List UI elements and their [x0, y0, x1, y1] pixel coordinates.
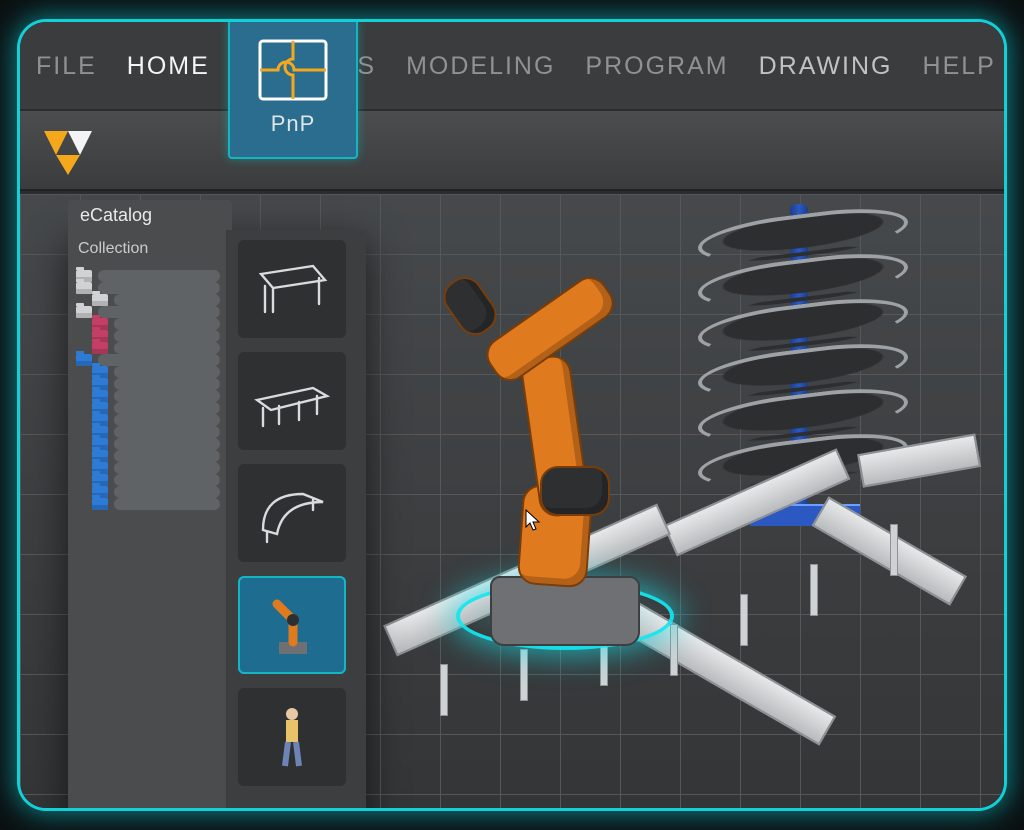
cursor-icon — [525, 509, 541, 531]
thumb-table[interactable] — [238, 240, 346, 338]
tree-item-label — [114, 450, 220, 462]
tree-item-label — [114, 414, 220, 426]
app-window: FILE HOME PROCESS MODELING PROGRAM DRAWI… — [20, 22, 1004, 808]
tree-item-label — [114, 498, 220, 510]
tree-item-label — [98, 282, 220, 294]
menu-program[interactable]: PROGRAM — [585, 52, 728, 81]
thumb-human[interactable] — [238, 688, 346, 786]
menu-home[interactable]: HOME — [127, 52, 210, 81]
folder-icon — [76, 282, 92, 294]
menu-file[interactable]: FILE — [36, 52, 97, 81]
ecatalog-thumbs[interactable] — [228, 230, 366, 808]
folder-icon — [76, 354, 92, 366]
tree-item-label — [114, 390, 220, 402]
ecatalog-tab[interactable]: eCatalog — [68, 200, 232, 230]
tree-item-label — [114, 342, 220, 354]
tree-row[interactable] — [76, 342, 220, 354]
tree-item-label — [114, 378, 220, 390]
ribbon — [20, 111, 1004, 191]
scene-robot-arm[interactable] — [420, 276, 680, 676]
main-menu: FILE HOME PROCESS MODELING PROGRAM DRAWI… — [20, 22, 1004, 111]
menu-modeling[interactable]: MODELING — [406, 52, 555, 81]
tree-item-label — [114, 486, 220, 498]
tree-row[interactable] — [76, 498, 220, 510]
tree-item-label — [114, 462, 220, 474]
puzzle-icon — [252, 33, 334, 107]
ecatalog-tree[interactable]: Collection — [68, 230, 228, 808]
folder-icon — [92, 498, 108, 510]
tree-row[interactable] — [76, 270, 220, 282]
folder-icon — [92, 294, 108, 306]
ecatalog-heading: Collection — [78, 240, 220, 258]
tree-item-label — [98, 270, 220, 282]
folder-icon — [76, 306, 92, 318]
tree-item-label — [114, 330, 220, 342]
tree-item-label — [98, 306, 220, 318]
thumb-conveyor[interactable] — [238, 352, 346, 450]
tree-item-label — [114, 366, 220, 378]
pnp-tool-button[interactable]: PnP — [228, 22, 358, 159]
tree-item-label — [114, 474, 220, 486]
thumb-robot[interactable] — [238, 576, 346, 674]
ecatalog-panel[interactable]: eCatalog Collection — [68, 230, 366, 808]
tree-row[interactable] — [76, 294, 220, 306]
tree-item-label — [98, 354, 220, 366]
menu-drawing[interactable]: DRAWING — [759, 52, 893, 81]
tree-item-label — [114, 402, 220, 414]
tree-item-label — [114, 294, 220, 306]
app-logo — [42, 125, 94, 177]
folder-icon — [92, 342, 108, 354]
tree-item-label — [114, 426, 220, 438]
pnp-tool-label: PnP — [271, 111, 316, 137]
menu-help[interactable]: HELP — [923, 52, 996, 81]
tree-item-label — [114, 318, 220, 330]
tree-item-label — [114, 438, 220, 450]
thumb-curve[interactable] — [238, 464, 346, 562]
